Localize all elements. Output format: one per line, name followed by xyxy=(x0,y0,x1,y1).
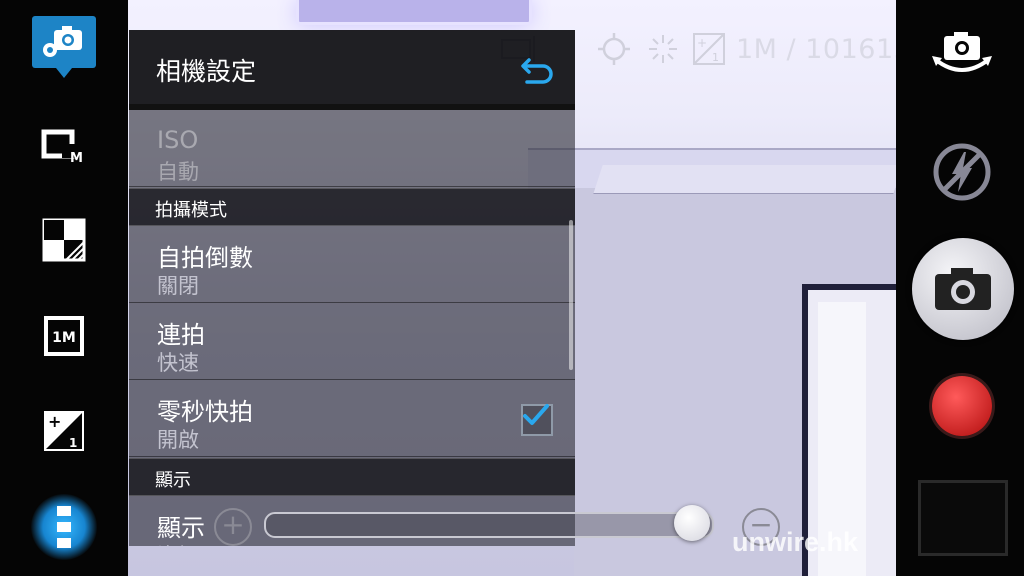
zoom-slider[interactable] xyxy=(264,512,714,538)
settings-list: ISO 自動 拍攝模式 自拍倒數 關閉 連拍 快速 零秒快拍 開啟 顯示 顯示 xyxy=(129,110,575,546)
setting-zero-shutter[interactable]: 零秒快拍 開啟 xyxy=(129,380,575,457)
record-button[interactable] xyxy=(932,376,992,436)
exposure-compensation-button[interactable]: + 1 xyxy=(36,403,92,459)
settings-scrollbar[interactable] xyxy=(569,220,573,370)
setting-burst-label: 連拍 xyxy=(157,321,205,349)
zoom-slider-handle[interactable] xyxy=(673,505,710,541)
svg-text:+: + xyxy=(48,412,61,431)
gallery-thumbnail[interactable] xyxy=(918,480,1008,556)
section-shooting-mode-label: 拍攝模式 xyxy=(155,200,227,221)
check-icon xyxy=(523,404,549,425)
exposure-indicator xyxy=(646,32,680,66)
ceiling-lamp xyxy=(296,0,532,25)
more-options-button[interactable] xyxy=(36,499,92,555)
section-display: 顯示 xyxy=(129,458,575,496)
zero-shutter-checkbox[interactable] xyxy=(521,404,553,436)
section-display-label: 顯示 xyxy=(155,470,191,491)
resolution-button[interactable]: 1M xyxy=(36,308,92,364)
back-icon[interactable] xyxy=(519,52,555,88)
section-shooting-mode: 拍攝模式 xyxy=(129,188,575,226)
exposure-compensation-indicator-icon: + 1 xyxy=(693,33,725,65)
setting-burst[interactable]: 連拍 快速 xyxy=(129,303,575,380)
zoom-in-button[interactable]: + xyxy=(214,508,252,546)
camera-icon xyxy=(935,268,991,310)
left-toolbar: M 1M + 1 xyxy=(0,0,128,576)
setting-self-timer[interactable]: 自拍倒數 關閉 xyxy=(129,226,575,303)
camera-settings-button[interactable] xyxy=(32,16,96,78)
focus-indicator xyxy=(596,32,632,66)
setting-burst-value: 快速 xyxy=(157,351,199,375)
setting-self-timer-label: 自拍倒數 xyxy=(157,244,253,272)
setting-iso-label: ISO xyxy=(157,126,199,154)
camera-settings-icon xyxy=(43,26,82,57)
watermark: unwire.hk xyxy=(732,527,859,557)
resolution-counter: 1M / 101613 xyxy=(736,33,912,65)
svg-text:1: 1 xyxy=(712,51,719,64)
flash-off-icon[interactable] xyxy=(932,142,992,202)
svg-text:M: M xyxy=(70,151,83,166)
setting-iso-value: 自動 xyxy=(157,160,199,184)
setting-zero-shutter-value: 開啟 xyxy=(157,428,199,452)
effects-icon xyxy=(42,218,86,262)
more-options-icon xyxy=(57,506,71,548)
setting-zero-shutter-label: 零秒快拍 xyxy=(157,398,253,426)
svg-text:+: + xyxy=(697,36,707,50)
exposure-compensation-indicator: + 1 xyxy=(692,32,726,66)
settings-header: 相機設定 xyxy=(129,30,575,104)
exposure-icon xyxy=(649,35,677,63)
shutter-button[interactable] xyxy=(912,238,1014,340)
svg-text:1: 1 xyxy=(69,436,77,450)
effects-button[interactable] xyxy=(36,212,92,268)
settings-title: 相機設定 xyxy=(156,57,257,86)
resolution-icon: 1M xyxy=(44,316,84,356)
focus-icon xyxy=(598,33,630,65)
setting-display-label: 顯示 xyxy=(157,514,205,542)
scene-mode-icon: M xyxy=(41,129,83,166)
switch-camera-icon[interactable] xyxy=(930,30,994,80)
setting-iso[interactable]: ISO 自動 xyxy=(129,110,575,187)
ceiling-duct xyxy=(593,165,896,194)
right-toolbar xyxy=(896,0,1024,576)
setting-display-value: 資訊 xyxy=(157,540,199,546)
camera-settings-panel: 相機設定 ISO 自動 拍攝模式 自拍倒數 關閉 連拍 快速 零秒快拍 開啟 顯… xyxy=(129,30,575,546)
exposure-compensation-icon: + 1 xyxy=(44,411,84,451)
scene-mode-button[interactable]: M xyxy=(36,118,92,174)
setting-self-timer-value: 關閉 xyxy=(157,274,199,298)
resolution-icon-text: 1M xyxy=(52,330,76,346)
